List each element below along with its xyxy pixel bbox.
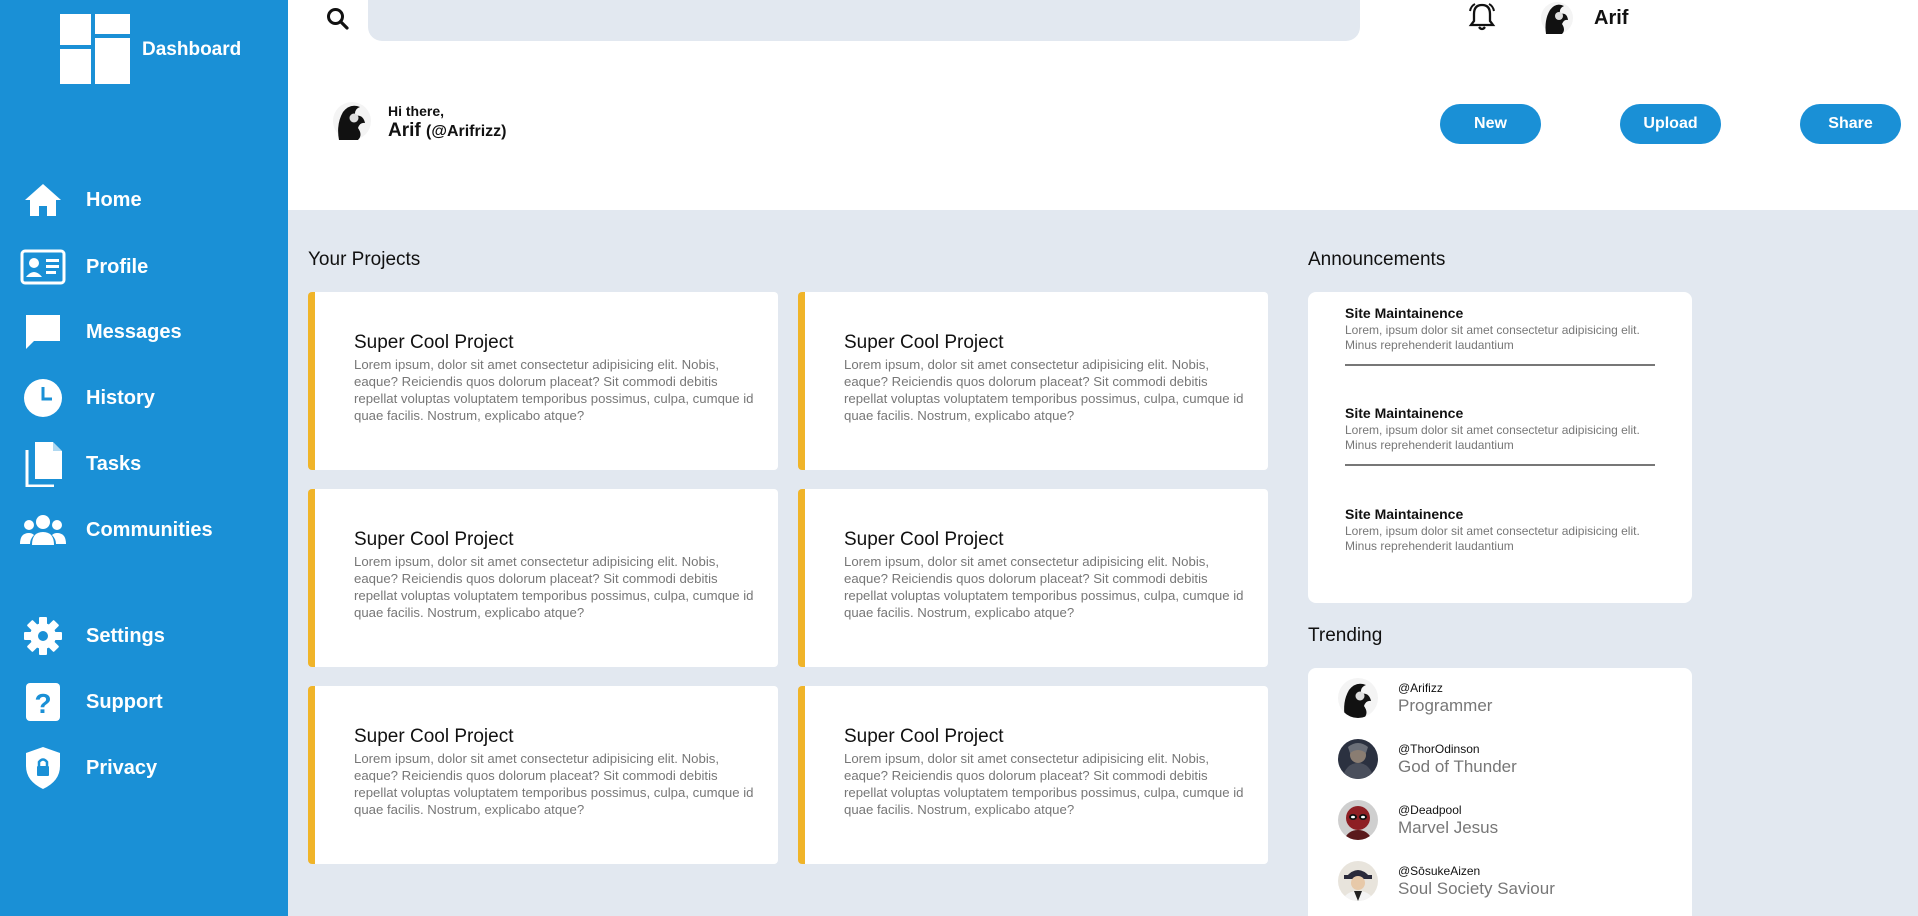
project-description: Lorem ipsum, dolor sit amet consectetur …: [844, 357, 1244, 423]
sidebar-item-profile[interactable]: Profile: [20, 245, 148, 289]
sidebar-item-history[interactable]: History: [20, 376, 155, 420]
divider: [1345, 464, 1655, 466]
project-card[interactable]: Super Cool Project Lorem ipsum, dolor si…: [308, 292, 778, 470]
sidebar-item-label: Privacy: [86, 756, 158, 779]
project-description: Lorem ipsum, dolor sit amet consectetur …: [354, 357, 754, 423]
avatar: [1338, 739, 1378, 779]
greeting-avatar: [332, 100, 372, 142]
share-button[interactable]: Share: [1800, 104, 1901, 144]
bell-icon[interactable]: [1468, 2, 1496, 32]
announcements-panel: Site Maintainence Lorem, ipsum dolor sit…: [1308, 292, 1692, 603]
sidebar-item-privacy[interactable]: Privacy: [20, 746, 157, 790]
trending-item[interactable]: @ThorOdinson God of Thunder: [1338, 739, 1517, 779]
trending-handle: @Arifizz: [1398, 680, 1443, 695]
sidebar-item-label: Messages: [86, 320, 182, 343]
avatar: [1338, 861, 1378, 901]
greeting-text: Hi there,: [388, 103, 445, 119]
sidebar-item-support[interactable]: ? Support: [20, 680, 163, 724]
trending-item[interactable]: @Arifizz Programmer: [1338, 678, 1492, 718]
gear-icon: [20, 614, 66, 658]
project-card[interactable]: Super Cool Project Lorem ipsum, dolor si…: [798, 686, 1268, 864]
announcement-title: Site Maintainence: [1345, 305, 1464, 321]
project-card[interactable]: Super Cool Project Lorem ipsum, dolor si…: [798, 489, 1268, 667]
announcement-description: Lorem, ipsum dolor sit amet consectetur …: [1345, 323, 1640, 352]
dashboard-logo-icon: [60, 14, 130, 85]
trending-item[interactable]: @Deadpool Marvel Jesus: [1338, 800, 1498, 840]
sidebar-item-label: Support: [86, 690, 163, 713]
project-card[interactable]: Super Cool Project Lorem ipsum, dolor si…: [798, 292, 1268, 470]
brand-title: Dashboard: [142, 38, 242, 60]
question-icon: ?: [20, 680, 66, 724]
user-handle: (@Arifrizz): [426, 123, 507, 140]
trending-title: Trending: [1308, 625, 1383, 646]
announcement-title: Site Maintainence: [1345, 405, 1464, 421]
svg-text:?: ?: [34, 688, 51, 719]
announcement-description: Lorem, ipsum dolor sit amet consectetur …: [1345, 524, 1640, 553]
avatar: [1338, 678, 1378, 718]
announcement-item[interactable]: Site Maintainence Lorem, ipsum dolor sit…: [1345, 305, 1655, 353]
user-name[interactable]: Arif: [1594, 7, 1628, 30]
search-input[interactable]: [368, 0, 1360, 41]
sidebar-item-tasks[interactable]: Tasks: [20, 442, 142, 487]
sidebar-item-label: Profile: [86, 255, 149, 278]
trending-tagline: Soul Society Saviour: [1398, 878, 1555, 898]
greeting-name: Arif (@Arifrizz): [388, 120, 507, 142]
sidebar-item-home[interactable]: Home: [20, 178, 142, 222]
announcement-item[interactable]: Site Maintainence Lorem, ipsum dolor sit…: [1345, 506, 1655, 554]
trending-item[interactable]: @SōsukeAizen Soul Society Saviour: [1338, 861, 1555, 901]
trending-handle: @ThorOdinson: [1398, 741, 1480, 756]
project-title: Super Cool Project: [844, 726, 1004, 747]
project-card[interactable]: Super Cool Project Lorem ipsum, dolor si…: [308, 686, 778, 864]
users-icon: [20, 508, 66, 552]
trending-handle: @SōsukeAizen: [1398, 863, 1481, 878]
project-description: Lorem ipsum, dolor sit amet consectetur …: [844, 751, 1244, 817]
sidebar-item-communities[interactable]: Communities: [20, 508, 213, 552]
sidebar-item-settings[interactable]: Settings: [20, 614, 165, 658]
avatar: [1338, 800, 1378, 840]
trending-tagline: Marvel Jesus: [1398, 817, 1499, 837]
user-first-name: Arif: [388, 120, 421, 141]
project-title: Super Cool Project: [354, 726, 514, 747]
project-title: Super Cool Project: [354, 529, 514, 550]
announcement-item[interactable]: Site Maintainence Lorem, ipsum dolor sit…: [1345, 405, 1655, 453]
sidebar-item-label: Settings: [86, 624, 165, 647]
sidebar-item-label: History: [86, 386, 155, 409]
announcement-title: Site Maintainence: [1345, 506, 1464, 522]
divider: [1345, 364, 1655, 366]
project-card[interactable]: Super Cool Project Lorem ipsum, dolor si…: [308, 489, 778, 667]
project-title: Super Cool Project: [844, 332, 1004, 353]
file-icon: [20, 442, 66, 487]
home-icon: [20, 178, 66, 222]
new-button[interactable]: New: [1440, 104, 1541, 144]
sidebar-item-messages[interactable]: Messages: [20, 310, 182, 354]
projects-title: Your Projects: [308, 249, 421, 270]
sidebar-item-label: Tasks: [86, 452, 142, 475]
id-card-icon: [20, 245, 66, 289]
brand[interactable]: Dashboard: [60, 14, 241, 85]
project-description: Lorem ipsum, dolor sit amet consectetur …: [354, 554, 754, 620]
project-description: Lorem ipsum, dolor sit amet consectetur …: [844, 554, 1244, 620]
shield-icon: [20, 746, 66, 790]
project-description: Lorem ipsum, dolor sit amet consectetur …: [354, 751, 754, 817]
announcements-title: Announcements: [1308, 249, 1446, 270]
trending-panel: @Arifizz Programmer @ThorOdinson God of …: [1308, 668, 1692, 916]
avatar[interactable]: [1540, 0, 1574, 36]
clock-icon: [20, 376, 66, 420]
trending-handle: @Deadpool: [1398, 802, 1462, 817]
search-icon[interactable]: [325, 6, 351, 32]
sidebar-item-label: Communities: [86, 518, 213, 541]
trending-tagline: God of Thunder: [1398, 756, 1517, 776]
chat-icon: [20, 310, 66, 354]
project-title: Super Cool Project: [354, 332, 514, 353]
trending-tagline: Programmer: [1398, 695, 1493, 715]
sidebar: Dashboard Home Profile Messages History …: [0, 0, 288, 916]
upload-button[interactable]: Upload: [1620, 104, 1721, 144]
sidebar-item-label: Home: [86, 188, 142, 211]
project-title: Super Cool Project: [844, 529, 1004, 550]
announcement-description: Lorem, ipsum dolor sit amet consectetur …: [1345, 423, 1640, 452]
